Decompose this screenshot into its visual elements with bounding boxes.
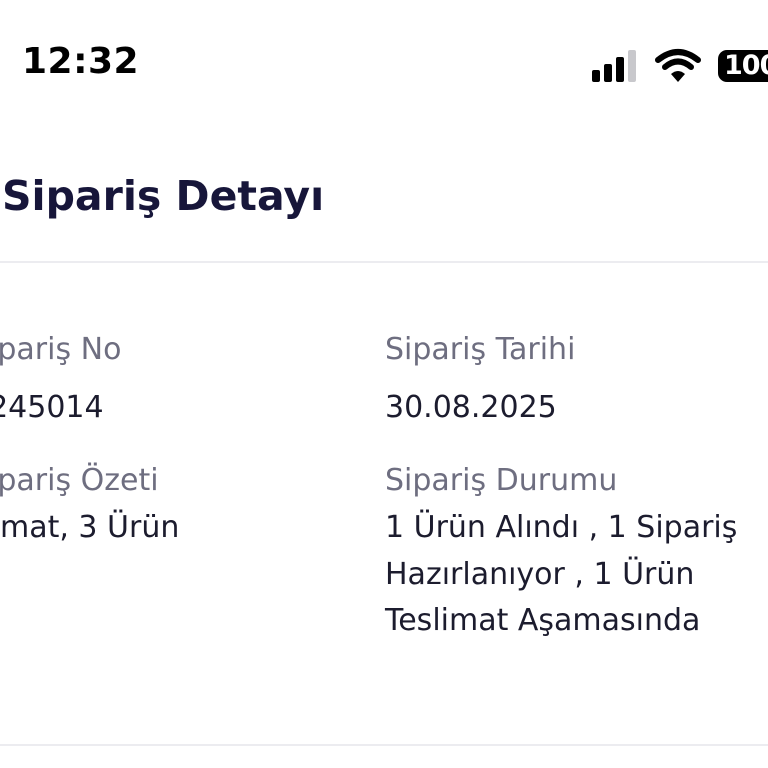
battery-icon: 100: [718, 50, 768, 82]
order-date-label: Sipariş Tarihi: [385, 332, 576, 367]
status-icons: 100: [588, 46, 768, 86]
section-divider: [0, 744, 768, 746]
signal-icon: [592, 50, 636, 82]
order-number-label: Sipariş No: [0, 332, 122, 367]
order-summary-value: Teslimat, 3 Ürün: [0, 510, 180, 545]
page-title: Sipariş Detayı: [2, 172, 325, 220]
order-status-value: 1 Ürün Alındı , 1 Sipariş Hazırlanıyor ,…: [385, 510, 738, 638]
header-divider: [0, 261, 768, 263]
order-status-label: Sipariş Durumu: [385, 463, 618, 498]
wifi-icon: [655, 49, 701, 82]
status-time: 12:32: [22, 41, 140, 82]
order-summary-label: Sipariş Özeti: [0, 463, 159, 498]
order-number-value: 6245014: [0, 390, 104, 425]
order-detail-screen: 12:32 100 Sipariş Detayı Sipariş No 6245…: [0, 0, 768, 768]
order-date-value: 30.08.2025: [385, 390, 557, 425]
